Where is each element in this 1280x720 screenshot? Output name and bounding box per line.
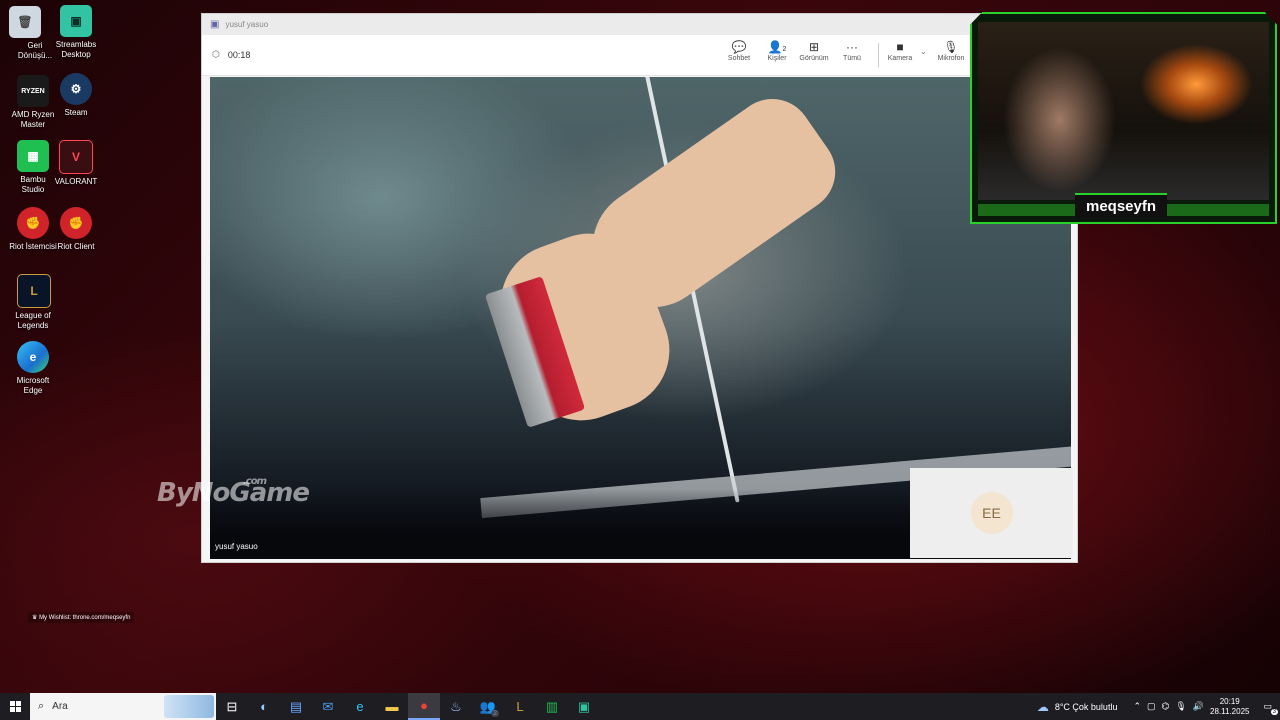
desktop-icon-label: Steam	[64, 108, 88, 117]
webcam-feed	[978, 22, 1269, 200]
desktop-icon-label: League of Legends	[15, 311, 51, 330]
teams-meeting-window: ▣ yusuf yasuo ⬡ 00:18 💬 Sohbet 👤2 Kişile…	[201, 13, 1078, 563]
teams-logo-icon: ▣	[210, 19, 220, 30]
chat-label: Sohbet	[727, 55, 751, 62]
chat-icon: 💬	[731, 40, 747, 54]
outlook-icon[interactable]: ✉	[312, 693, 344, 720]
weather-icon[interactable]: ☁	[1037, 700, 1049, 714]
watermark-text: ByNoGame	[157, 478, 310, 508]
desktop-icon-label: VALORANT	[54, 177, 98, 186]
self-view-tile[interactable]: EE	[910, 468, 1073, 558]
gift-icon: ♛	[32, 615, 38, 621]
watermark-suffix: .com	[243, 476, 267, 487]
edge-taskbar-icon[interactable]: e	[344, 693, 376, 720]
streamlabs-image: ▣	[60, 5, 92, 37]
search-icon: ⌕	[38, 700, 45, 712]
chrome-icon[interactable]: ●	[408, 693, 440, 720]
system-tray: ☁ 8°C Çok bulutlu ⌃ ▢ ⌬ 🎙 🔊 20:19 28.11.…	[1037, 693, 1280, 720]
windows-icon	[9, 701, 21, 712]
file-explorer-icon[interactable]: ▬	[376, 693, 408, 720]
copilot-icon[interactable]: ◐	[248, 693, 280, 720]
wishlist-label: ♛ My Wishlist: throne.com/meqseyfn	[28, 612, 135, 623]
task-view-icon[interactable]: ⊟	[216, 693, 248, 720]
people-button[interactable]: 👤2 Kişiler	[759, 40, 795, 62]
participant-name: yusuf yasuo	[215, 542, 258, 551]
network-icon[interactable]: ⌬	[1162, 701, 1170, 712]
start-button[interactable]	[0, 693, 30, 720]
edge-image: e	[17, 341, 49, 373]
valorant-image: V	[59, 140, 93, 174]
view-button[interactable]: ⊞ Görünüm	[796, 40, 832, 62]
recycle-bin-image: 🗑	[9, 6, 41, 38]
microsoft-edge-icon[interactable]: e Microsoft Edge	[0, 341, 58, 396]
timer-text: 00:18	[227, 49, 251, 60]
microphone-icon: 🎙	[943, 40, 959, 54]
microphone-label: Mikrofon	[937, 55, 965, 62]
notification-count: 3	[1270, 709, 1278, 715]
teams-badge: 2	[491, 710, 499, 717]
window-title: yusuf yasuo	[225, 20, 269, 29]
meeting-toolbar: ⬡ 00:18 💬 Sohbet 👤2 Kişiler ⊞ Görünüm ··…	[202, 35, 1077, 76]
lol-image: L	[17, 274, 51, 308]
streamlabs-taskbar-icon[interactable]: ▣	[568, 693, 600, 720]
league-of-legends-icon[interactable]: L League of Legends	[0, 274, 58, 331]
bambu-taskbar-icon[interactable]: ▥	[536, 693, 568, 720]
chevron-up-icon[interactable]: ⌃	[1133, 701, 1141, 712]
desktop-icon-label: Riot Client	[57, 242, 95, 251]
clock[interactable]: 20:19 28.11.2025	[1210, 697, 1249, 717]
notification-icon[interactable]: ▭ 3	[1263, 701, 1278, 715]
people-label: Kişiler	[767, 55, 787, 62]
avatar: EE	[970, 492, 1013, 534]
clock-date: 28.11.2025	[1210, 706, 1250, 716]
grid-icon: ⊞	[808, 40, 820, 54]
desktop-icon-label: Microsoft Edge	[16, 376, 50, 395]
search-highlight-image	[164, 695, 214, 718]
riot-image: ✊	[60, 207, 92, 239]
league-taskbar-icon[interactable]: L	[504, 693, 536, 720]
more-icon: ···	[846, 40, 858, 54]
view-label: Görünüm	[799, 55, 829, 62]
teams-taskbar-icon[interactable]: 👥 2	[472, 693, 504, 720]
mic-tray-icon[interactable]: 🎙	[1175, 701, 1186, 712]
camera-off-icon: ■	[896, 40, 904, 54]
speaker-icon[interactable]: 🔊	[1193, 701, 1204, 712]
search-box[interactable]: ⌕ Ara	[30, 693, 216, 720]
clock-time: 20:19	[1219, 696, 1240, 706]
camera-button[interactable]: ■ Kamera	[882, 40, 918, 62]
meeting-timer: ⬡ 00:18	[212, 49, 250, 60]
search-placeholder: Ara	[52, 701, 68, 712]
people-count: 2	[782, 46, 787, 53]
microphone-button[interactable]: 🎙 Mikrofon	[933, 40, 969, 62]
store-icon[interactable]: ▤	[280, 693, 312, 720]
riot-client-icon[interactable]: ✊ Riot Client	[43, 207, 109, 252]
more-label: Tümü	[843, 55, 861, 62]
steam-taskbar-icon[interactable]: ♨	[440, 693, 472, 720]
valorant-icon[interactable]: V VALORANT	[43, 140, 109, 187]
steam-image: ⚙	[60, 73, 92, 105]
shield-icon: ⬡	[212, 49, 220, 59]
more-button[interactable]: ··· Tümü	[834, 40, 870, 62]
desktop-icon-label: Streamlabs Desktop	[55, 40, 97, 59]
people-icon: 👤2	[767, 40, 787, 54]
camera-options-chevron-icon[interactable]: ⌄	[920, 47, 927, 56]
streamlabs-icon[interactable]: ▣ Streamlabs Desktop	[43, 5, 109, 60]
steam-icon[interactable]: ⚙ Steam	[43, 73, 109, 118]
chat-button[interactable]: 💬 Sohbet	[721, 40, 757, 62]
streamer-name: meqseyfn	[1075, 193, 1167, 219]
tray-app-icon[interactable]: ▢	[1147, 701, 1156, 712]
weather-text[interactable]: 8°C Çok bulutlu	[1055, 702, 1118, 712]
taskbar: ⌕ Ara ⊟ ◐ ▤ ✉ e ▬ ● ♨ 👥 2 L ▥ ▣ ☁ 8°C Ço…	[0, 693, 1280, 720]
toolbar-divider	[878, 43, 879, 67]
watermark-logo: ByNoGame .com	[157, 476, 310, 508]
window-titlebar[interactable]: ▣ yusuf yasuo	[202, 14, 1077, 35]
camera-label: Kamera	[887, 55, 913, 62]
